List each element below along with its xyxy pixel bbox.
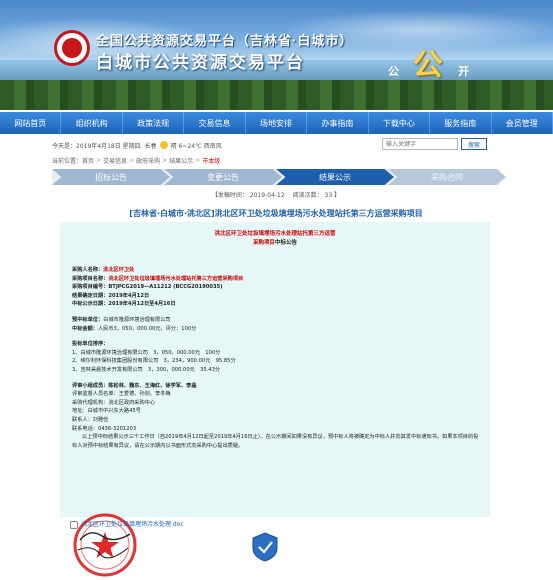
phone-label: 联系电话： (72, 425, 98, 432)
amount-label: 中标金额： (72, 325, 98, 332)
weather-text: 晴 6~24℃ 西南风 (170, 142, 222, 150)
attachment-link[interactable]: 洮北区环卫处垃圾填埋场污水处理.doc (70, 519, 184, 529)
brand-subtitle: 全国公共资源交易平台（吉林省·白城市） (96, 33, 354, 48)
agency-label: 采购代理机构： (72, 399, 109, 406)
nav-item-venue[interactable]: 场地安排 (246, 112, 308, 134)
nav-item-organization[interactable]: 组织机构 (61, 112, 123, 134)
weather-city: 长春 (144, 142, 157, 150)
project-label: 采购项目名称： (72, 275, 109, 282)
winner-value: 白城市隆源环境治理有限公司 (103, 316, 171, 323)
document-heading-type: 中标公告 (275, 240, 298, 246)
announcement-document: 洮北区环卫处垃圾填埋场污水处理站托第三方运营 采购项目中标公告 采购人名称：洮北… (60, 222, 490, 517)
main-nav: 网站首页 组织机构 政策法规 交易信息 场地安排 办事指南 下载中心 服务指南 … (0, 112, 553, 134)
attachment-filename[interactable]: 洮北区环卫处垃圾填埋场污水处理.doc (81, 521, 184, 528)
rank-row-2: 2、缔尔利环保科技集团股份有限公司 3，234，900.00元 95.85分 (72, 358, 236, 365)
breadcrumb-label: 当前位置： (52, 158, 83, 165)
publish-end: 】 (334, 192, 341, 199)
nav-item-download[interactable]: 下载中心 (369, 112, 431, 134)
number-label: 采购项目编号： (72, 284, 109, 291)
committee-label: 评审小组成员： (72, 382, 109, 389)
phone-value: 0436-3201203 (97, 425, 137, 432)
paperclip-icon (70, 520, 78, 529)
nav-item-trade-info[interactable]: 交易信息 (184, 112, 246, 134)
tab-tender-notice[interactable]: 招标公告 (52, 169, 170, 185)
committee-value: 陈松林、魏东、王海红、徐学军、李晶 (108, 382, 197, 389)
publish-time: 2019-04-12 (249, 192, 285, 199)
publicity-date-label: 中标公示日期： (72, 301, 109, 308)
publish-meta: 【发稿时间： 2019-04-12 阅读次数： 33 】 (52, 190, 500, 199)
nav-item-policy[interactable]: 政策法规 (123, 112, 185, 134)
contact-value: 刘雅俭 (92, 416, 109, 423)
document-heading-line-1: 洮北区环卫处垃圾填埋场污水处理站托第三方运营 (214, 231, 336, 237)
nav-item-home[interactable]: 网站首页 (0, 112, 62, 134)
document-body: 采购人名称：洮北区环卫处 采购项目名称：洮北区环卫处垃圾填埋场污水处理站托第三方… (72, 266, 482, 450)
breadcrumb-result[interactable]: 结果公示 (169, 156, 193, 165)
project-title: [吉林省·白城市·洮北区]洮北区环卫处垃圾填埋场污水处理站托第三方运营采购项目 (129, 209, 423, 218)
buyer-label: 采购人名称： (72, 267, 104, 273)
nav-item-guide[interactable]: 办事指南 (307, 112, 369, 134)
header-banner: 全国公共资源交易平台（吉林省·白城市） 白城市公共资源交易平台 公 公 开 (0, 0, 553, 110)
rank-label: 投标单位排序： (72, 341, 109, 348)
document-heading-line-2: 采购项目 (252, 240, 275, 246)
platform-logo-icon[interactable] (54, 30, 90, 66)
views-label: 阅读次数： (292, 192, 323, 199)
tab-change-notice[interactable]: 变更公告 (164, 169, 282, 185)
breadcrumb-trade-info[interactable]: 交易信息 (103, 156, 127, 165)
search-input[interactable] (382, 138, 458, 150)
search-button[interactable]: 搜索 (461, 138, 487, 150)
publicity-notice: 以上预中标结果公示三个工作日（自2019年4月12日起至2019年4月16日止）… (72, 434, 479, 449)
project-value: 洮北区环卫处垃圾填埋场污水处理站托第三方运营采购项目 (108, 275, 244, 282)
publish-time-label: 【发稿时间： (211, 192, 248, 199)
document-heading: 洮北区环卫处垃圾填埋场污水处理站托第三方运营 采购项目中标公告 (60, 230, 490, 248)
process-steps: 招标公告 变更公告 结果公示 采购合同 (52, 169, 506, 185)
breadcrumb: 当前位置： 首页 > 交易信息 > 政府采购 > 结果公示 > 市本级 (52, 156, 221, 165)
tree-line (0, 80, 553, 110)
publicity-date-value: 2019年4月12日至4月16日 (108, 301, 176, 308)
breadcrumb-current[interactable]: 市本级 (202, 156, 220, 165)
current-date: 今天是：2019年4月18日 星期四 (52, 142, 141, 150)
verification-badge-icon[interactable] (252, 532, 278, 562)
views-count: 33 (324, 192, 333, 199)
number-value: BTJPCG2019—A11212 (BCCG20190035) (108, 284, 223, 291)
rank-row-1: 1、白城市隆源环境治理有限公司 3，050，000.00元 100分 (72, 349, 221, 356)
slogan-word-3: 开 (458, 65, 470, 78)
sun-icon (159, 141, 168, 149)
amount-value: 人民币3，050，000.00元，评分：100分 (97, 325, 197, 332)
address-label: 地址： (72, 408, 88, 415)
contact-label: 联系人： (72, 416, 93, 423)
result-date-value: 2019年4月12日 (108, 292, 150, 299)
tab-contract[interactable]: 采购合同 (388, 169, 506, 185)
brand-title[interactable]: 白城市公共资源交易平台 (96, 48, 305, 73)
buyer-value: 洮北区环卫处 (103, 267, 135, 273)
winner-label: 预中标单位： (72, 316, 104, 323)
breadcrumb-procurement[interactable]: 政府采购 (136, 156, 160, 165)
slogan-word-1: 公 (388, 65, 399, 78)
nav-item-members[interactable]: 会员管理 (492, 112, 553, 134)
slogan-word-2: 公 (412, 48, 443, 83)
result-date-label: 结果确定日期： (72, 292, 109, 299)
slogan: 公 公 开 (388, 40, 469, 84)
agency-value: 洮北区政府采购中心 (108, 399, 156, 406)
tab-result-notice[interactable]: 结果公示 (276, 169, 394, 185)
supervisor-label: 评审监督人员名单： (72, 391, 119, 398)
breadcrumb-home[interactable]: 首页 (82, 156, 94, 165)
nav-item-service[interactable]: 服务指南 (430, 112, 492, 134)
address-value: 白城市中兴东大路45号 (87, 408, 141, 415)
supervisor-value: 王爱德、孙剑、李冬梅 (118, 391, 171, 398)
rank-row-3: 3、吉林昊晨技术开发有限公司 3，300，000.00元 35.43分 (72, 366, 221, 373)
